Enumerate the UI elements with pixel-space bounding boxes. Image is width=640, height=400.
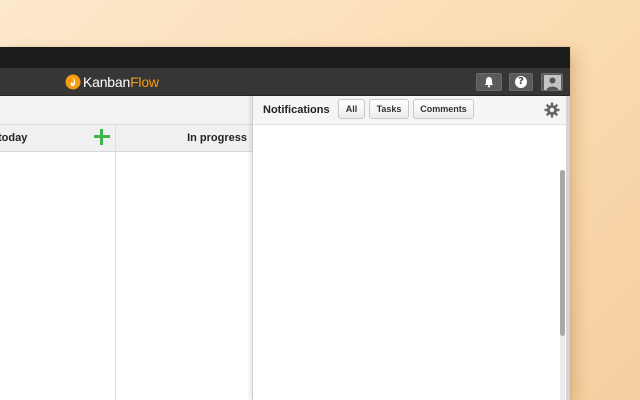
tab-tasks[interactable]: Tasks — [369, 99, 409, 119]
flame-logo-icon — [65, 74, 81, 90]
bell-icon — [484, 77, 494, 88]
avatar — [543, 74, 561, 90]
column-in-progress-header: In progress — [116, 125, 252, 151]
column-today-header: today — [0, 125, 115, 151]
add-task-plus-icon[interactable] — [93, 128, 111, 146]
column-title-today: today — [0, 132, 28, 144]
notifications-panel: Notifications All Tasks Comments — [252, 96, 567, 400]
app-header: KanbanFlow ? — [0, 68, 570, 96]
logo-flow-text: Flow — [130, 74, 159, 90]
user-menu-button[interactable] — [541, 73, 563, 91]
tab-all[interactable]: All — [338, 99, 365, 119]
column-title-in-progress: In progress — [187, 132, 247, 144]
gear-icon[interactable] — [544, 102, 560, 118]
kanbanflow-logo[interactable]: KanbanFlow — [65, 73, 159, 91]
notifications-header: Notifications All Tasks Comments — [253, 96, 567, 125]
column-divider — [115, 125, 116, 400]
panel-right-edge — [566, 96, 570, 400]
notifications-scrollbar[interactable] — [560, 170, 565, 400]
logo-text: KanbanFlow — [83, 74, 159, 90]
help-button[interactable]: ? — [509, 73, 533, 91]
tab-comments[interactable]: Comments — [413, 99, 474, 119]
app-window: KanbanFlow ? today In progress Notificat… — [0, 47, 570, 400]
logo-kanban-text: Kanban — [83, 74, 131, 90]
help-icon: ? — [515, 76, 527, 88]
browser-chrome-bar — [0, 47, 570, 68]
notifications-button[interactable] — [476, 73, 502, 91]
scrollbar-thumb[interactable] — [560, 170, 565, 336]
notifications-title: Notifications — [263, 104, 330, 116]
